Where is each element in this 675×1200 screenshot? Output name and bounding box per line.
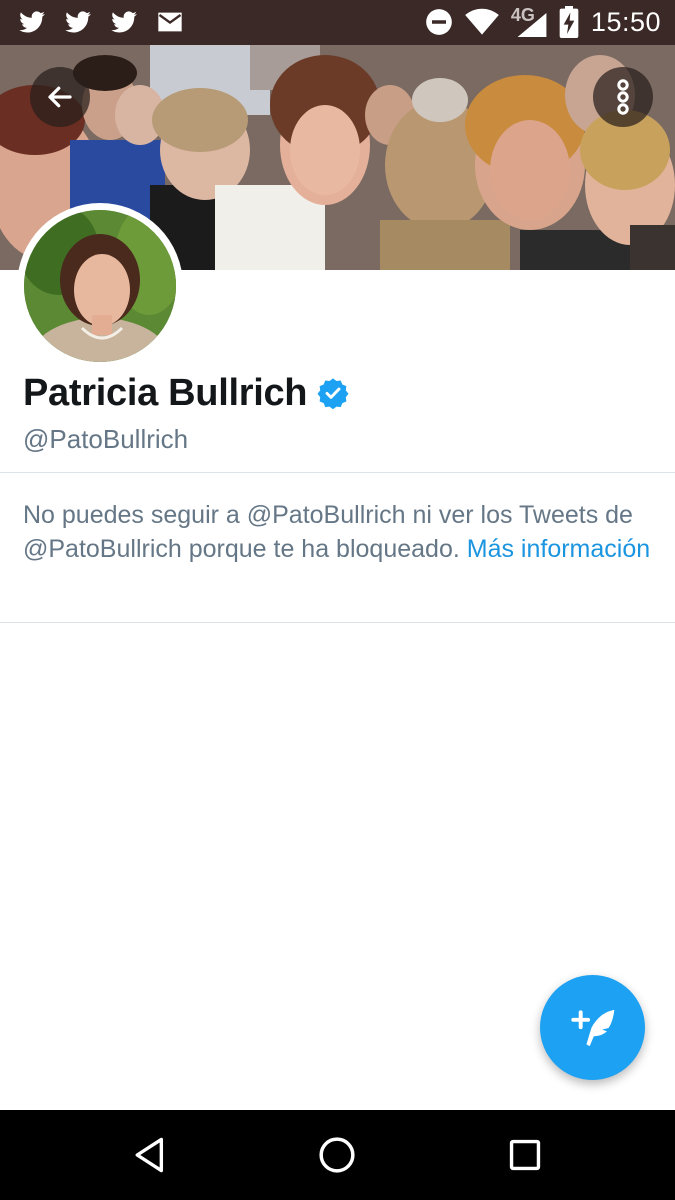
system-icons: 4G 15:50 [425, 5, 661, 38]
back-button[interactable] [30, 67, 90, 127]
divider [0, 622, 675, 623]
wifi-icon [465, 8, 499, 35]
divider [0, 472, 675, 473]
verified-badge-icon [317, 378, 349, 409]
compose-tweet-icon [570, 1009, 614, 1046]
more-options-button[interactable] [593, 67, 653, 127]
avatar-photo [24, 210, 176, 362]
twitter-icon [19, 11, 45, 33]
battery-charging-icon [559, 6, 579, 38]
nav-recents-button[interactable] [505, 1135, 545, 1175]
learn-more-link[interactable]: Más información [467, 535, 650, 563]
nav-home-button[interactable] [317, 1135, 357, 1175]
nav-home-icon [319, 1137, 355, 1173]
do-not-disturb-icon [426, 9, 452, 35]
twitter-icon [111, 11, 137, 33]
mail-icon [158, 12, 182, 32]
display-name: Patricia Bullrich [23, 371, 308, 414]
twitter-icon [65, 11, 91, 33]
profile-handle: @PatoBullrich [23, 424, 189, 454]
status-time: 15:50 [590, 6, 661, 37]
arrow-left-icon [48, 86, 72, 108]
system-navigation-bar [0, 1110, 675, 1200]
nav-back-icon [135, 1137, 164, 1173]
status-bar: 4G 15:50 [0, 0, 675, 45]
profile-name-row: Patricia Bullrich [23, 368, 349, 418]
nav-back-button[interactable] [130, 1135, 170, 1175]
notification-icons [16, 8, 186, 36]
compose-tweet-button[interactable] [540, 975, 645, 1080]
cell-signal-icon: 4G [511, 5, 547, 37]
more-vertical-icon [617, 79, 629, 115]
blocked-notice: No puedes seguir a @PatoBullrich ni ver … [23, 498, 653, 566]
profile-avatar[interactable] [17, 203, 183, 369]
nav-recents-icon [509, 1139, 541, 1171]
